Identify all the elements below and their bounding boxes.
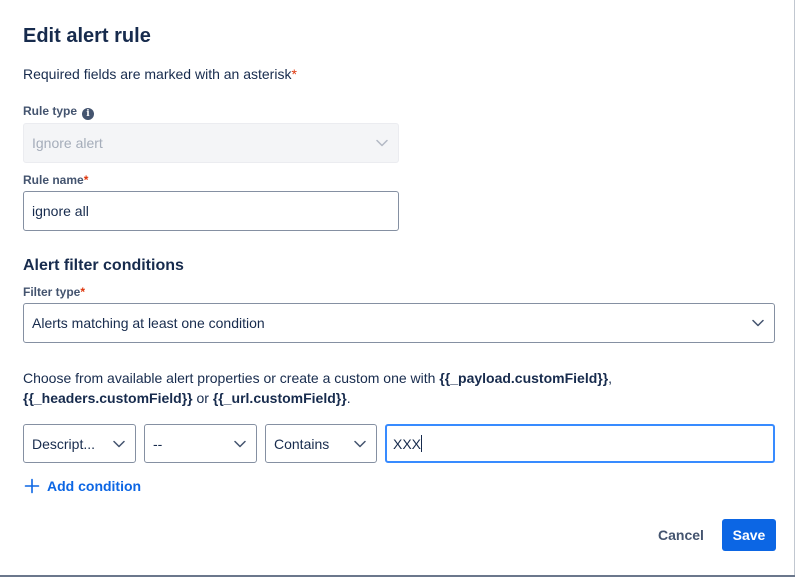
chevron-down-icon <box>352 436 368 452</box>
edit-alert-rule-dialog: Edit alert rule Required fields are mark… <box>0 0 795 577</box>
chevron-down-icon <box>111 436 127 452</box>
help-code-payload: {{_payload.customField}} <box>439 370 609 386</box>
plus-icon <box>23 477 40 494</box>
cancel-button[interactable]: Cancel <box>650 519 712 551</box>
required-fields-note: Required fields are marked with an aster… <box>23 66 297 82</box>
condition-value-input[interactable]: XXX <box>385 424 775 463</box>
rule-name-value: ignore all <box>32 203 89 219</box>
condition-property-select[interactable]: Descript... <box>23 424 136 463</box>
rule-type-value: Ignore alert <box>32 135 103 151</box>
help-separator: or <box>192 390 213 406</box>
filter-type-label-text: Filter type <box>23 285 81 299</box>
filter-type-select[interactable]: Alerts matching at least one condition <box>23 303 775 343</box>
help-prefix: Choose from available alert properties o… <box>23 370 440 386</box>
condition-operator-value: Contains <box>274 435 330 452</box>
add-condition-button[interactable]: Add condition <box>23 477 141 494</box>
condition-operator-select[interactable]: Contains <box>265 424 377 463</box>
rule-type-label-text: Rule type <box>23 104 78 118</box>
text-caret <box>421 435 423 452</box>
filter-type-value: Alerts matching at least one condition <box>32 315 265 331</box>
rule-name-label: Rule name* <box>23 173 88 187</box>
required-asterisk: * <box>83 173 89 187</box>
dialog-title: Edit alert rule <box>23 25 151 47</box>
condition-subproperty-select[interactable]: -- <box>144 424 257 463</box>
help-separator: , <box>608 370 613 386</box>
rule-name-input[interactable]: ignore all <box>23 191 399 231</box>
help-code-url: {{_url.customField}} <box>212 390 347 406</box>
condition-subproperty-value: -- <box>153 435 163 452</box>
condition-property-value: Descript... <box>32 435 96 452</box>
help-code-headers: {{_headers.customField}} <box>23 390 193 406</box>
help-suffix: . <box>346 390 351 406</box>
filter-help-text: Choose from available alert properties o… <box>23 368 778 408</box>
add-condition-label: Add condition <box>47 477 142 494</box>
rule-type-label: Rule type i <box>23 104 95 120</box>
filter-type-label: Filter type* <box>23 285 85 299</box>
save-button[interactable]: Save <box>722 519 776 551</box>
chevron-down-icon <box>374 135 390 151</box>
filter-conditions-heading: Alert filter conditions <box>23 257 184 274</box>
required-asterisk: * <box>291 66 297 82</box>
info-icon[interactable]: i <box>82 108 95 120</box>
rule-type-select: Ignore alert <box>23 123 399 163</box>
condition-value-text: XXX <box>393 435 422 452</box>
rule-name-label-text: Rule name <box>23 173 84 187</box>
required-asterisk: * <box>80 285 86 299</box>
required-note-text: Required fields are marked with an aster… <box>23 66 292 82</box>
chevron-down-icon <box>750 315 766 331</box>
chevron-down-icon <box>232 436 248 452</box>
